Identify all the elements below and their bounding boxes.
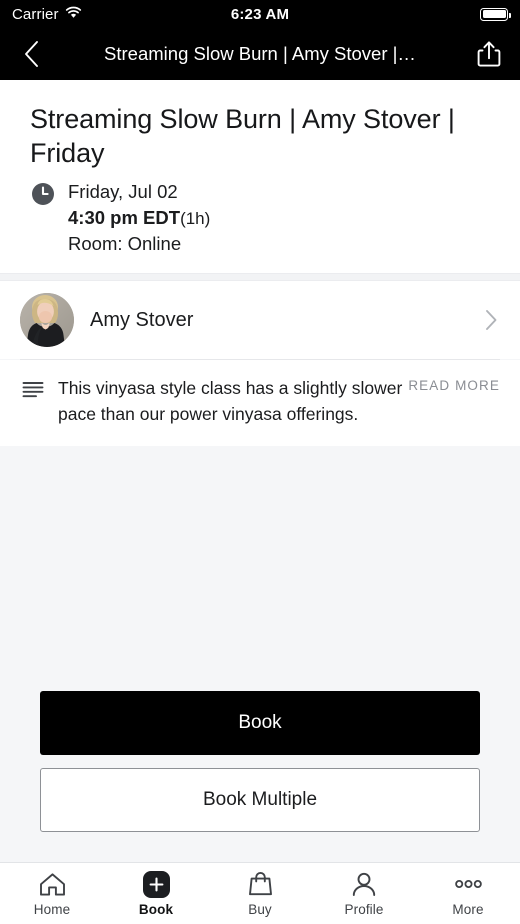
person-icon xyxy=(351,870,377,898)
carrier-label: Carrier xyxy=(12,5,59,23)
tab-profile-label: Profile xyxy=(344,902,384,917)
status-bar-left: Carrier xyxy=(12,6,82,23)
content-scroll-area[interactable]: Streaming Slow Burn | Amy Stover | Frida… xyxy=(0,80,520,862)
app-screen: Carrier 6:23 AM Streaming Slow Burn | Am… xyxy=(0,0,520,924)
book-button[interactable]: Book xyxy=(40,691,480,755)
class-room: Room: Online xyxy=(68,233,182,255)
description-row: READ MORE This vinyasa style class has a… xyxy=(0,360,520,446)
class-date: Friday, Jul 02 xyxy=(68,180,178,202)
instructor-avatar xyxy=(20,293,74,348)
wifi-icon xyxy=(65,6,82,23)
class-duration: (1h) xyxy=(180,208,211,228)
home-icon xyxy=(39,870,66,898)
instructor-row[interactable]: Amy Stover xyxy=(0,281,520,360)
empty-space xyxy=(0,445,520,691)
back-button[interactable] xyxy=(14,37,48,71)
class-title: Streaming Slow Burn | Amy Stover | Frida… xyxy=(30,104,455,169)
tab-profile[interactable]: Profile xyxy=(312,863,416,924)
navigation-bar: Streaming Slow Burn | Amy Stover |… xyxy=(0,28,520,80)
chevron-left-icon xyxy=(24,41,38,67)
tab-more-label: More xyxy=(452,902,484,917)
plus-square-icon xyxy=(142,870,170,898)
section-separator xyxy=(0,273,520,282)
read-more-button[interactable]: READ MORE xyxy=(408,378,500,393)
clock-icon xyxy=(31,182,55,206)
description-body: READ MORE This vinyasa style class has a… xyxy=(58,376,500,427)
bottom-tab-bar: Home Book Buy Profile More xyxy=(0,862,520,924)
chevron-right-icon[interactable] xyxy=(480,309,502,331)
status-bar: Carrier 6:23 AM xyxy=(0,0,520,28)
book-multiple-button[interactable]: Book Multiple xyxy=(40,768,480,832)
tab-home-label: Home xyxy=(33,902,71,917)
class-time-row: 4:30 pm EDT(1h) xyxy=(68,205,210,231)
tab-buy[interactable]: Buy xyxy=(208,863,312,924)
tab-book-label: Book xyxy=(138,902,174,917)
class-schedule-block: Friday, Jul 02 4:30 pm EDT(1h) Room: Onl… xyxy=(30,179,490,258)
status-bar-right xyxy=(480,7,511,21)
action-buttons: Book Book Multiple xyxy=(0,691,520,862)
description-lines-icon xyxy=(22,380,44,402)
class-summary-card: Streaming Slow Burn | Amy Stover | Frida… xyxy=(0,80,520,274)
schedule-text: Friday, Jul 02 4:30 pm EDT(1h) Room: Onl… xyxy=(68,179,210,258)
tab-book[interactable]: Book xyxy=(104,863,208,924)
tab-more[interactable]: More xyxy=(416,863,520,924)
tab-buy-label: Buy xyxy=(248,902,272,917)
ellipsis-icon xyxy=(454,870,482,898)
tab-home[interactable]: Home xyxy=(0,863,104,924)
shopping-bag-icon xyxy=(248,870,273,898)
class-time: 4:30 pm EDT xyxy=(68,206,181,228)
page-title: Streaming Slow Burn | Amy Stover |… xyxy=(104,43,416,64)
share-icon xyxy=(477,40,501,67)
share-button[interactable] xyxy=(472,37,506,71)
battery-full-icon xyxy=(480,7,511,21)
instructor-name: Amy Stover xyxy=(90,308,194,331)
